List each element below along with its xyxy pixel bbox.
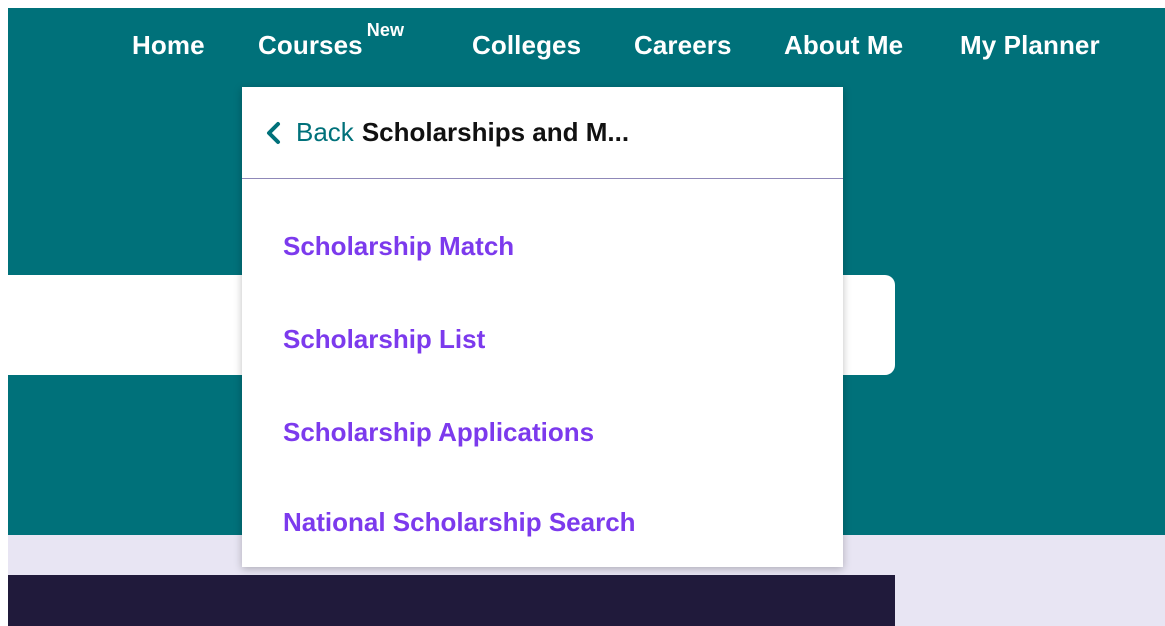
nav-careers[interactable]: Careers (634, 30, 732, 61)
scholarships-dropdown-menu: Back Scholarships and M... Scholarship M… (242, 87, 843, 567)
menu-item-national-scholarship-search[interactable]: National Scholarship Search (283, 507, 636, 538)
nav-colleges[interactable]: Colleges (472, 30, 581, 61)
dropdown-title: Scholarships and M... (361, 117, 630, 147)
dropdown-header: Back Scholarships and M... (242, 87, 843, 179)
nav-courses-label: Courses (258, 30, 363, 60)
dark-content-panel (8, 575, 895, 626)
new-badge: New (366, 20, 405, 40)
menu-item-scholarship-match[interactable]: Scholarship Match (283, 231, 514, 262)
nav-my-planner[interactable]: My Planner (960, 30, 1100, 61)
nav-courses[interactable]: Courses New (258, 20, 404, 61)
chevron-left-icon[interactable] (264, 121, 282, 145)
nav-about-me[interactable]: About Me (784, 30, 903, 61)
menu-item-scholarship-list[interactable]: Scholarship List (283, 324, 485, 355)
menu-item-scholarship-applications[interactable]: Scholarship Applications (283, 417, 594, 448)
nav-home[interactable]: Home (132, 30, 205, 61)
back-link[interactable]: Back (296, 117, 354, 148)
top-navigation: Home Courses New Colleges Careers About M… (0, 20, 1165, 72)
